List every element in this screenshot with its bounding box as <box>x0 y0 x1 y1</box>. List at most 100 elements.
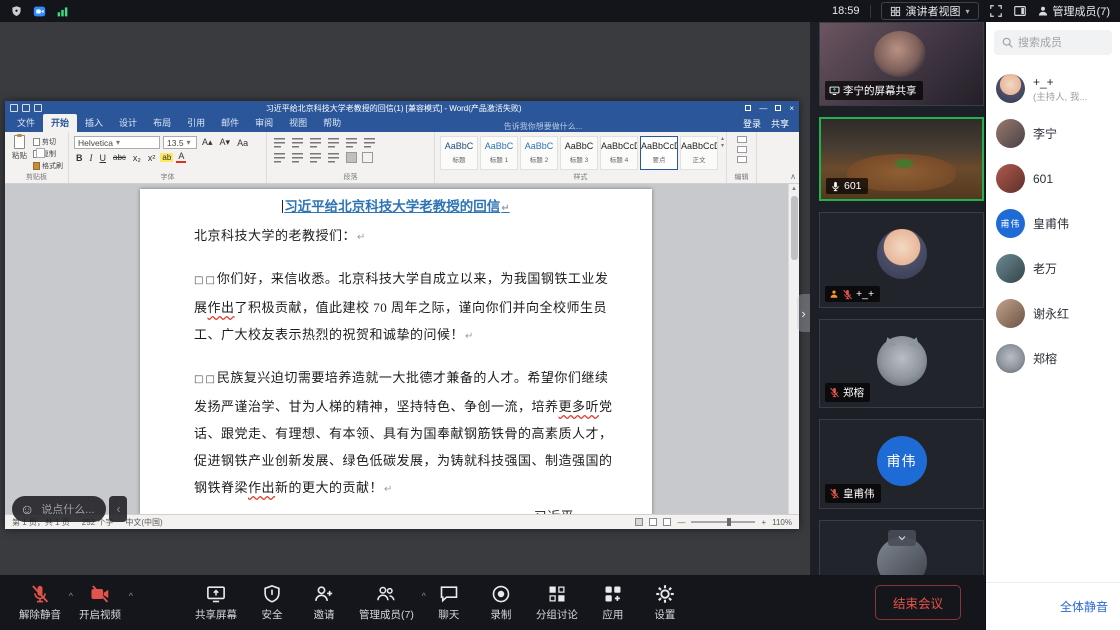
word-tab-邮件[interactable]: 邮件 <box>213 114 247 132</box>
align-center-icon[interactable] <box>292 152 305 163</box>
highlight-button[interactable]: ab <box>160 153 173 162</box>
find-icon[interactable] <box>737 136 747 143</box>
language-indicator[interactable]: 中文(中国) <box>125 517 162 528</box>
superscript-button[interactable]: x² <box>146 153 158 163</box>
toolbar-settings-button[interactable]: 设置 <box>639 584 691 622</box>
layout-panel-icon[interactable] <box>1013 4 1027 18</box>
borders-icon[interactable] <box>362 152 373 163</box>
chat-quick-input[interactable]: ☺ 说点什么... <box>12 496 106 522</box>
view-mode-dropdown[interactable]: 演讲者视图 ▾ <box>881 2 979 20</box>
format-painter-button[interactable]: 格式刷 <box>33 161 63 171</box>
collapse-ribbon-button[interactable]: ∧ <box>790 172 796 181</box>
tell-me-search[interactable]: 告诉我你想要做什么... <box>349 121 737 132</box>
video-thumbnail-郑榕[interactable]: 郑榕 <box>819 319 984 408</box>
member-row-李宁[interactable]: 李宁 <box>986 111 1120 156</box>
mute-all-button[interactable]: 全体静音 <box>1060 598 1108 615</box>
maximize-icon[interactable] <box>775 105 781 111</box>
word-tab-帮助[interactable]: 帮助 <box>315 114 349 132</box>
word-scrollbar[interactable]: ▲ <box>788 184 799 514</box>
italic-button[interactable]: I <box>88 153 95 163</box>
zoom-in-icon[interactable]: + <box>761 518 766 527</box>
select-icon[interactable] <box>737 156 747 163</box>
emoji-icon[interactable]: ☺ <box>20 502 34 516</box>
toolbar-breakout-button[interactable]: 分组讨论 <box>527 584 587 622</box>
expand-chevron-icon[interactable]: ^ <box>129 591 133 601</box>
word-tab-插入[interactable]: 插入 <box>77 114 111 132</box>
font-color-button[interactable]: A <box>176 152 186 163</box>
style-chip-正文[interactable]: AaBbCcDd正文 <box>680 136 718 170</box>
member-row-郑榕[interactable]: 郑榕 <box>986 336 1120 381</box>
word-tab-布局[interactable]: 布局 <box>145 114 179 132</box>
member-row-皇甫伟[interactable]: 甫伟皇甫伟 <box>986 201 1120 246</box>
bullets-icon[interactable] <box>274 137 287 148</box>
toolbar-members-button[interactable]: 管理成员(7)^ <box>350 584 423 622</box>
web-layout-icon[interactable] <box>663 518 671 526</box>
sidebar-collapse-handle[interactable]: › <box>797 294 810 332</box>
read-mode-icon[interactable] <box>635 518 643 526</box>
word-tab-审阅[interactable]: 审阅 <box>247 114 281 132</box>
style-chip-要点[interactable]: AaBbCcD要点 <box>640 136 678 170</box>
indent-decrease-icon[interactable] <box>328 137 341 148</box>
paste-button[interactable]: 粘贴 <box>10 135 29 172</box>
word-tab-引用[interactable]: 引用 <box>179 114 213 132</box>
style-chip-标题 4[interactable]: AaBbCcD标题 4 <box>600 136 638 170</box>
font-size-select[interactable]: 13.5▾ <box>163 136 197 149</box>
indent-increase-icon[interactable] <box>346 137 359 148</box>
toolbar-apps-button[interactable]: 应用 <box>587 584 639 622</box>
zoom-level[interactable]: 110% <box>772 518 792 527</box>
member-row-谢永红[interactable]: 谢永红 <box>986 291 1120 336</box>
numbering-icon[interactable] <box>292 137 305 148</box>
shrink-font-button[interactable]: A▾ <box>218 137 233 148</box>
close-icon[interactable]: × <box>789 104 794 113</box>
align-left-icon[interactable] <box>274 152 287 163</box>
login-button[interactable]: 登录 <box>743 117 761 130</box>
video-thumbnail-皇甫伟[interactable]: 甫伟皇甫伟 <box>819 419 984 509</box>
security-shield-icon[interactable] <box>10 5 23 18</box>
video-thumbnail-+_+[interactable]: +_+ <box>819 212 984 308</box>
scroll-up-icon[interactable]: ▲ <box>789 184 799 194</box>
replace-icon[interactable] <box>737 146 747 153</box>
minimize-icon[interactable]: — <box>759 104 767 113</box>
style-chip-标题 3[interactable]: AaBbC标题 3 <box>560 136 598 170</box>
sort-icon[interactable] <box>364 137 377 148</box>
gallery-scroll-icons[interactable]: ▴▾ <box>721 136 724 150</box>
strikethrough-button[interactable]: abc <box>111 153 128 162</box>
toolbar-chat-button[interactable]: 聊天 <box>423 584 475 622</box>
word-tab-视图[interactable]: 视图 <box>281 114 315 132</box>
ribbon-options-icon[interactable] <box>745 105 751 111</box>
member-row-+_+[interactable]: +_+(主持人, 我... <box>986 66 1120 111</box>
word-tab-开始[interactable]: 开始 <box>43 114 77 132</box>
redo-icon[interactable] <box>34 104 42 112</box>
style-chip-标题 1[interactable]: AaBbC标题 1 <box>480 136 518 170</box>
subscript-button[interactable]: x₂ <box>131 153 143 163</box>
word-tab-文件[interactable]: 文件 <box>9 114 43 132</box>
video-strip-collapse-button[interactable] <box>888 530 916 546</box>
toolbar-shield-button[interactable]: 安全 <box>246 584 298 622</box>
bold-button[interactable]: B <box>74 153 85 163</box>
line-spacing-icon[interactable] <box>328 152 341 163</box>
member-row-601[interactable]: 601 <box>986 156 1120 201</box>
undo-icon[interactable] <box>22 104 30 112</box>
toolbar-invite-button[interactable]: 邀请 <box>298 584 350 622</box>
font-name-select[interactable]: Helvetica▾ <box>74 136 160 149</box>
manage-members-topbar-button[interactable]: 管理成员(7) <box>1037 3 1110 19</box>
print-layout-icon[interactable] <box>649 518 657 526</box>
zoom-knob[interactable] <box>727 518 731 526</box>
toolbar-record-button[interactable]: 录制 <box>475 584 527 622</box>
video-thumbnail-李宁的屏幕共享[interactable]: 李宁的屏幕共享 <box>819 22 984 106</box>
style-chip-标题[interactable]: AaBbC标题 <box>440 136 478 170</box>
document-page[interactable]: 习近平给北京科技大学老教授的回信↵ 北京科技大学的老教授们：↵□□你们好，来信收… <box>140 189 652 514</box>
style-chip-标题 2[interactable]: AaBbC标题 2 <box>520 136 558 170</box>
toolbar-mic-off-button[interactable]: 解除静音^ <box>10 584 70 622</box>
multilevel-list-icon[interactable] <box>310 137 323 148</box>
toolbar-screen-button[interactable]: 共享屏幕 <box>186 584 246 622</box>
toolbar-camera-off-button[interactable]: 开启视频^ <box>70 584 130 622</box>
member-row-老万[interactable]: 老万 <box>986 246 1120 291</box>
end-meeting-button[interactable]: 结束会议 <box>875 585 961 620</box>
change-case-button[interactable]: Aa <box>235 138 250 148</box>
copy-button[interactable]: 复制 <box>33 149 63 159</box>
meeting-app-icon[interactable] <box>33 5 46 18</box>
cut-button[interactable]: 剪切 <box>33 137 63 147</box>
fullscreen-icon[interactable] <box>989 4 1003 18</box>
scrollbar-thumb[interactable] <box>791 196 798 260</box>
